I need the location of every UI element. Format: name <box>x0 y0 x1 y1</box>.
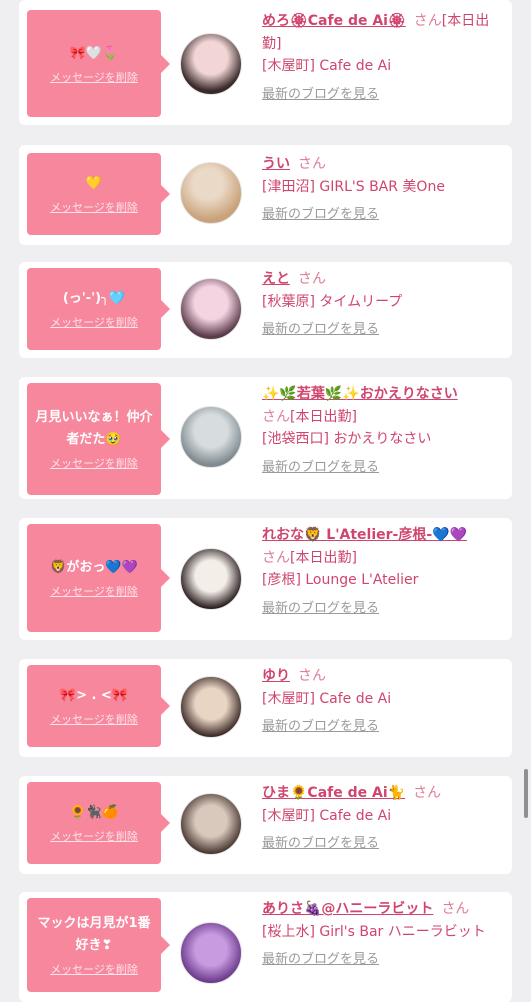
cast-name-link[interactable]: ひま🌻Cafe de Ai🐈 <box>262 785 405 801</box>
latest-blog-link[interactable]: 最新のブログを見る <box>262 204 379 227</box>
message-text: 💛 <box>85 176 103 191</box>
cast-name-link[interactable]: ありさ🍇@ハニーラビット <box>262 901 433 917</box>
cast-name-link[interactable]: れおな🦁 L'Atelier-彦根-💙💜 <box>262 527 467 543</box>
conversation-card: マックは月見が1番好き❣ メッセージを削除 ありさ🍇@ハニーラビット さん [桜上… <box>19 892 512 1002</box>
avatar[interactable] <box>180 278 242 340</box>
delete-message-link[interactable]: メッセージを削除 <box>50 583 138 599</box>
latest-blog-link[interactable]: 最新のブログを見る <box>262 716 379 739</box>
shop-name: [池袋西口] おかえりなさい <box>262 431 432 447</box>
conversation-info: めろ🏵Cafe de Ai🏵 さん[本日出勤] [木屋町] Cafe de Ai … <box>262 10 500 106</box>
latest-blog-link[interactable]: 最新のブログを見る <box>262 457 379 480</box>
shop-name: [秋葉原] タイムリープ <box>262 293 403 310</box>
honorific: さん <box>262 408 290 425</box>
message-bubble: 🎀🤍🌷 メッセージを削除 <box>27 10 170 117</box>
latest-blog-link[interactable]: 最新のブログを見る <box>262 84 379 107</box>
delete-message-link[interactable]: メッセージを削除 <box>50 199 138 215</box>
latest-blog-link[interactable]: 最新のブログを見る <box>262 319 379 342</box>
conversation-info: ありさ🍇@ハニーラビット さん [桜上水] Girl's Bar ハニーラビット … <box>262 898 500 972</box>
conversation-info: ゆり さん [木屋町] Cafe de Ai 最新のブログを見る <box>262 665 500 739</box>
honorific: さん <box>298 271 326 287</box>
delete-message-link[interactable]: メッセージを削除 <box>50 711 138 727</box>
delete-message-link[interactable]: メッセージを削除 <box>50 828 138 844</box>
latest-blog-link[interactable]: 最新のブログを見る <box>262 833 379 856</box>
message-text: 🦁がおっ💙💜 <box>50 560 138 575</box>
latest-blog-link[interactable]: 最新のブログを見る <box>262 598 379 621</box>
message-bubble: 🎀> . <🎀 メッセージを削除 <box>27 665 170 747</box>
message-text: 🌻🐈‍⬛🍊 <box>69 805 119 820</box>
avatar[interactable] <box>180 548 242 610</box>
message-bubble: 🦁がおっ💙💜 メッセージを削除 <box>27 524 170 632</box>
message-text: 月見いいなぁ！仲介者だた🥹 <box>35 410 153 447</box>
cast-name-link[interactable]: ゆり <box>262 668 290 684</box>
delete-message-link[interactable]: メッセージを削除 <box>50 455 138 471</box>
cast-name-link[interactable]: めろ🏵Cafe de Ai🏵 <box>262 13 406 29</box>
message-bubble: 🌻🐈‍⬛🍊 メッセージを削除 <box>27 782 170 864</box>
message-text: 🎀🤍🌷 <box>69 45 119 61</box>
message-bubble: マックは月見が1番好き❣ メッセージを削除 <box>27 898 170 992</box>
honorific: さん <box>441 901 470 917</box>
working-today-badge: [本日出勤] <box>290 549 357 566</box>
delete-message-link[interactable]: メッセージを削除 <box>50 69 138 85</box>
message-text: (っ'-')╮🩵 <box>62 291 126 306</box>
delete-message-link[interactable]: メッセージを削除 <box>50 314 138 330</box>
conversation-info: ひま🌻Cafe de Ai🐈 さん [木屋町] Cafe de Ai 最新のブログ… <box>262 782 500 856</box>
conversation-card: 🦁がおっ💙💜 メッセージを削除 れおな🦁 L'Atelier-彦根-💙💜 さん[… <box>19 518 512 640</box>
conversation-info: ✨🌿若葉🌿✨おかえりなさい さん[本日出勤] [池袋西口] おかえりなさい 最新… <box>262 383 500 479</box>
honorific: さん <box>298 156 326 172</box>
avatar[interactable] <box>180 33 242 95</box>
cast-name-link[interactable]: ✨🌿若葉🌿✨おかえりなさい <box>262 386 458 402</box>
shop-name: [津田沼] GIRL'S BAR 美One <box>262 178 445 195</box>
honorific: さん <box>413 13 442 29</box>
conversation-card: 🎀> . <🎀 メッセージを削除 ゆり さん [木屋町] Cafe de Ai 最… <box>19 659 512 757</box>
honorific: さん <box>298 668 326 684</box>
conversation-card: 🌻🐈‍⬛🍊 メッセージを削除 ひま🌻Cafe de Ai🐈 さん [木屋町] Ca… <box>19 776 512 874</box>
shop-name: [木屋町] Cafe de Ai <box>262 58 392 74</box>
conversation-info: うい さん [津田沼] GIRL'S BAR 美One 最新のブログを見る <box>262 153 500 227</box>
avatar[interactable] <box>180 406 242 468</box>
shop-name: [彦根] Lounge L'Atelier <box>262 572 419 588</box>
conversation-card: 月見いいなぁ！仲介者だた🥹 メッセージを削除 ✨🌿若葉🌿✨おかえりなさい さん[… <box>19 377 512 499</box>
conversation-card: (っ'-')╮🩵 メッセージを削除 えと さん [秋葉原] タイムリープ 最新のブ… <box>19 262 512 358</box>
message-bubble: 月見いいなぁ！仲介者だた🥹 メッセージを削除 <box>27 383 170 495</box>
avatar[interactable] <box>180 162 242 224</box>
conversation-info: れおな🦁 L'Atelier-彦根-💙💜 さん[本日出勤] [彦根] Loung… <box>262 524 500 620</box>
message-bubble: (っ'-')╮🩵 メッセージを削除 <box>27 268 170 350</box>
honorific: さん <box>262 549 290 566</box>
cast-name-link[interactable]: うい <box>262 156 290 172</box>
shop-name: [桜上水] Girl's Bar ハニーラビット <box>262 923 486 940</box>
scrollbar[interactable] <box>524 769 528 818</box>
latest-blog-link[interactable]: 最新のブログを見る <box>262 949 379 972</box>
conversation-card: 💛 メッセージを削除 うい さん [津田沼] GIRL'S BAR 美One 最新… <box>19 145 512 245</box>
message-bubble: 💛 メッセージを削除 <box>27 153 170 235</box>
avatar[interactable] <box>180 676 242 738</box>
message-text: 🎀> . <🎀 <box>59 688 129 703</box>
cast-name-link[interactable]: えと <box>262 271 290 287</box>
avatar[interactable] <box>180 922 242 984</box>
honorific: さん <box>413 785 442 801</box>
working-today-badge: [本日出勤] <box>290 408 357 425</box>
shop-name: [木屋町] Cafe de Ai <box>262 690 392 707</box>
conversation-card: 🎀🤍🌷 メッセージを削除 めろ🏵Cafe de Ai🏵 さん[本日出勤] [木屋町… <box>19 0 512 125</box>
conversation-info: えと さん [秋葉原] タイムリープ 最新のブログを見る <box>262 268 500 342</box>
message-text: マックは月見が1番好き❣ <box>37 916 151 953</box>
avatar[interactable] <box>180 793 242 855</box>
delete-message-link[interactable]: メッセージを削除 <box>50 961 138 977</box>
shop-name: [木屋町] Cafe de Ai <box>262 807 392 824</box>
